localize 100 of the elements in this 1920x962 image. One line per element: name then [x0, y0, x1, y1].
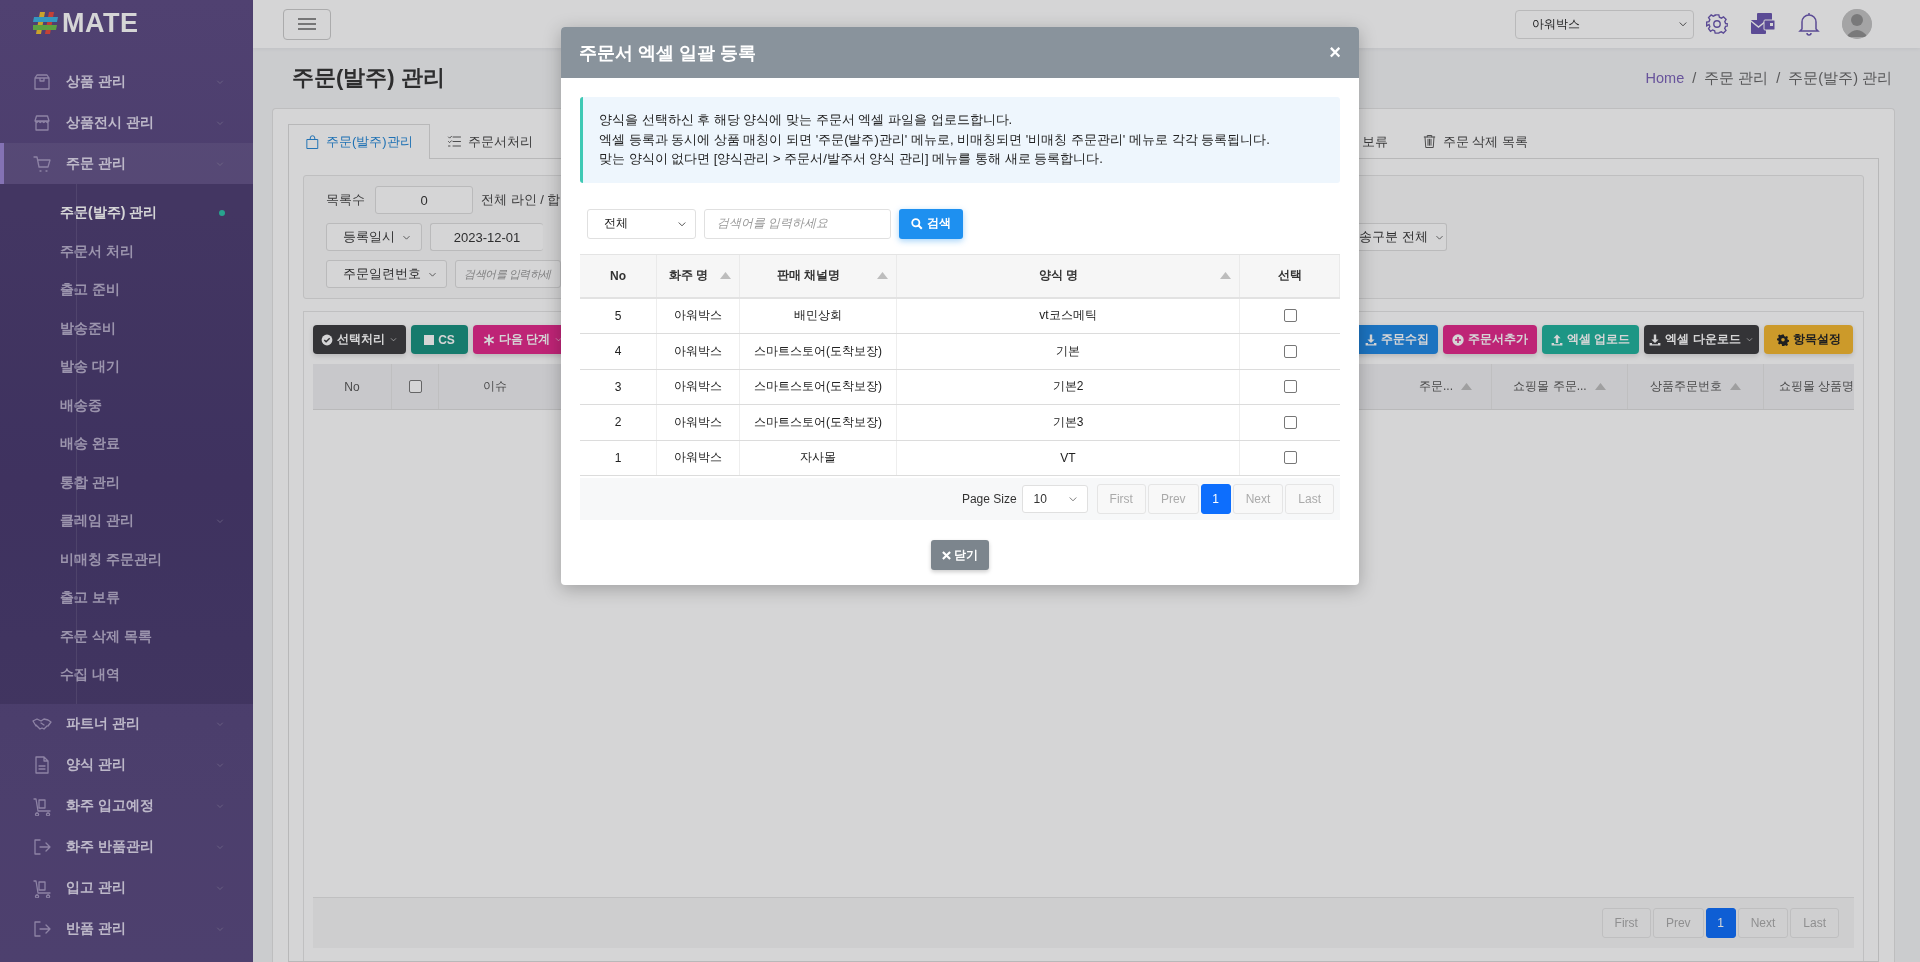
page-size-select[interactable]: 10 — [1021, 485, 1088, 513]
close-button[interactable]: × — [1329, 41, 1341, 64]
table-cell: 자사몰 — [740, 440, 897, 475]
table-cell: 아워박스 — [657, 298, 740, 333]
toolbar-button[interactable]: 주문서추가 — [1443, 325, 1537, 354]
submenu-item[interactable]: 배송중 — [0, 386, 253, 425]
toolbar-button[interactable]: 엑셀 업로드 — [1542, 325, 1639, 354]
submenu-item[interactable]: 클레임 관리 — [0, 502, 253, 541]
table-cell: 스마트스토어(도착보장) — [740, 405, 897, 440]
table-cell: 아워박스 — [657, 440, 740, 475]
document-icon — [32, 755, 52, 775]
toolbar-button[interactable]: CS — [411, 325, 468, 354]
cart-icon — [32, 153, 52, 174]
table-cell: vt코스메틱 — [897, 298, 1240, 333]
search-field[interactable]: 검색어를 입력하세 — [455, 260, 561, 288]
submenu-item[interactable]: 배송 완료 — [0, 425, 253, 464]
submenu-item[interactable]: 통합 관리 — [0, 463, 253, 502]
search-icon — [911, 217, 923, 230]
submenu-item[interactable]: 출고 보류 — [0, 579, 253, 618]
toolbar-button[interactable]: 항목설정 — [1764, 325, 1853, 354]
submenu-item[interactable]: 주문서 처리 — [0, 232, 253, 271]
page-title: 주문(발주) 관리 — [292, 64, 445, 92]
active-dot — [219, 210, 225, 217]
tab[interactable]: 주문(발주)관리 — [288, 124, 430, 159]
date-type-select[interactable]: 등록일시 — [326, 223, 422, 251]
sidebar-item[interactable]: 입고 관리 — [0, 867, 253, 909]
page-button[interactable]: Prev — [1652, 908, 1704, 938]
breadcrumb-link[interactable]: 주문 관리 — [1704, 68, 1769, 88]
filter-select[interactable]: 전체 — [587, 208, 696, 239]
close-button[interactable]: 닫기 — [931, 540, 989, 570]
settings-icon[interactable] — [1706, 13, 1728, 35]
tab[interactable]: 보류 — [1357, 124, 1405, 158]
submenu-item[interactable]: 주문(발주) 관리 — [0, 194, 253, 233]
search-type-select[interactable]: 주문일련번호 — [326, 260, 447, 288]
submenu-item[interactable]: 주문 삭제 목록 — [0, 617, 253, 656]
close-icon — [942, 550, 951, 560]
submenu-item[interactable]: 비매칭 주문관리 — [0, 540, 253, 579]
toolbar-button[interactable]: 엑셀 다운로드 — [1644, 325, 1759, 354]
page-button[interactable]: Next — [1737, 908, 1789, 938]
toolbar-button[interactable]: 선택처리 — [313, 325, 406, 354]
row-checkbox[interactable] — [1283, 344, 1297, 358]
tab[interactable]: 주문서처리 — [429, 124, 550, 158]
sidebar-item[interactable]: 상품전시 관리 — [0, 102, 253, 143]
notification-icon[interactable] — [1798, 12, 1820, 36]
sidebar-item[interactable]: 화주 입고예정 — [0, 785, 253, 827]
tab[interactable]: 주문 삭제 목록 — [1404, 124, 1545, 158]
submenu-item[interactable]: 발송 대기 — [0, 348, 253, 387]
search-field[interactable]: 검색어를 입력하세요 — [704, 208, 891, 239]
dolly-icon — [32, 796, 52, 816]
table-cell: 5 — [580, 298, 657, 333]
page-button[interactable]: First — [1601, 908, 1651, 938]
table-cell: 기본 — [897, 334, 1240, 369]
page-button[interactable]: Prev — [1147, 484, 1199, 514]
table-cell: 아워박스 — [657, 334, 740, 369]
row-checkbox[interactable] — [1283, 451, 1297, 465]
page-button[interactable]: 1 — [1705, 908, 1736, 938]
column-header: 주문... — [1419, 378, 1453, 395]
table-cell: 기본2 — [897, 369, 1240, 404]
row-checkbox[interactable] — [1283, 380, 1297, 394]
download-icon — [1364, 333, 1377, 346]
page-button[interactable]: First — [1096, 484, 1146, 514]
count-label: 목록수 — [326, 191, 365, 209]
column-header: 이슈 — [482, 378, 508, 395]
page-button[interactable]: Next — [1232, 484, 1284, 514]
sidebar-item[interactable]: 파트너 관리 — [0, 703, 253, 745]
submenu-item[interactable]: 수집 내역 — [0, 656, 253, 695]
total-label: 전체 라인 / 합 — [481, 191, 561, 209]
company-select[interactable]: 아워박스 — [1515, 9, 1694, 39]
table-cell: VT — [897, 440, 1240, 475]
search-button[interactable]: 검색 — [899, 208, 963, 239]
sidebar-item[interactable]: 반품 관리 — [0, 908, 253, 950]
column-header: 상품주문번호 — [1650, 378, 1722, 395]
avatar[interactable] — [1842, 9, 1872, 39]
row-checkbox[interactable] — [1283, 309, 1297, 323]
breadcrumb-link[interactable]: Home — [1645, 70, 1685, 86]
select-all-checkbox[interactable] — [408, 380, 422, 393]
sidebar-item[interactable]: 양식 관리 — [0, 744, 253, 786]
table-cell: 기본3 — [897, 405, 1240, 440]
submenu-item[interactable]: 출고 준비 — [0, 271, 253, 310]
table-cell: 아워박스 — [657, 405, 740, 440]
table-cell: 2 — [580, 405, 657, 440]
mail-icon[interactable] — [1750, 12, 1776, 36]
page-button[interactable]: 1 — [1200, 484, 1231, 514]
sidebar-item[interactable]: 화주 반품관리 — [0, 826, 253, 868]
sidebar-item[interactable]: 상품 관리 — [0, 61, 253, 102]
breadcrumb-separator: / — [1776, 70, 1781, 86]
bag-icon — [305, 134, 320, 150]
date-field[interactable]: 2023-12-01 — [430, 223, 543, 251]
asterisk-icon — [482, 333, 495, 346]
menu-icon — [298, 18, 316, 30]
submenu-item[interactable]: 발송준비 — [0, 309, 253, 348]
page-button[interactable]: Last — [1285, 484, 1334, 514]
column-header: 양식 명 — [1037, 267, 1080, 284]
page-button[interactable]: Last — [1790, 908, 1839, 938]
row-checkbox[interactable] — [1283, 415, 1297, 429]
column-header: 판매 채널명 — [775, 267, 842, 284]
exit-icon — [32, 837, 52, 857]
box-icon — [32, 71, 52, 92]
menu-button[interactable] — [283, 8, 331, 40]
count-field[interactable]: 0 — [375, 186, 473, 214]
